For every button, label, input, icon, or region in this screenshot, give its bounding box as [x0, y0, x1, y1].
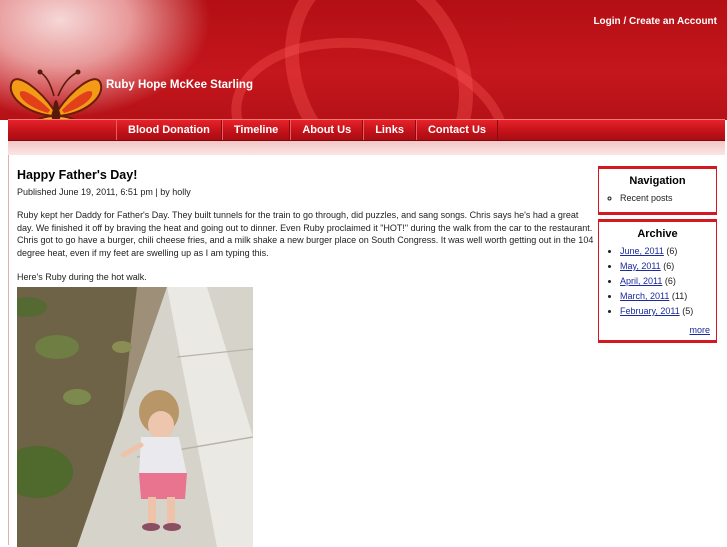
archive-item: March, 2011 (11) [620, 289, 712, 304]
header-fade-band [8, 141, 725, 155]
archive-item: April, 2011 (6) [620, 274, 712, 289]
archive-link-april-2011[interactable]: April, 2011 [620, 276, 662, 286]
sidebar: Navigation Recent posts Archive June, 20… [598, 166, 717, 347]
login-link[interactable]: Login [593, 16, 620, 27]
archive-count: (6) [663, 261, 675, 271]
archive-count: (5) [682, 306, 694, 316]
navigation-block: Navigation Recent posts [598, 166, 717, 215]
navigation-list: Recent posts [599, 191, 716, 212]
nav-recent-posts-link[interactable]: Recent posts [620, 191, 712, 206]
nav-item-contact-us[interactable]: Contact Us [415, 120, 498, 140]
nav-item-blood-donation[interactable]: Blood Donation [116, 120, 222, 140]
archive-list: June, 2011 (6) May, 2011 (6) April, 2011… [599, 244, 716, 325]
archive-block-title: Archive [637, 228, 678, 240]
login-separator: / [620, 16, 630, 27]
nav-item-timeline[interactable]: Timeline [221, 120, 291, 140]
archive-item: February, 2011 (5) [620, 304, 712, 319]
content-area: Happy Father's Day! Published June 19, 2… [8, 155, 726, 547]
navigation-block-title: Navigation [629, 175, 686, 187]
archive-item: May, 2011 (6) [620, 259, 712, 274]
post-paragraph: Here's Ruby during the hot walk. [17, 272, 147, 282]
create-account-link[interactable]: Create an Account [629, 16, 717, 27]
post-meta: Published June 19, 2011, 6:51 pm | by ho… [17, 187, 191, 197]
archive-count: (6) [664, 276, 676, 286]
archive-link-may-2011[interactable]: May, 2011 [620, 261, 661, 271]
nav-item-about-us[interactable]: About Us [290, 120, 364, 140]
archive-block: Archive June, 2011 (6) May, 2011 (6) Apr… [598, 219, 717, 343]
site-header: Login / Create an Account Ruby Hope McKe… [0, 0, 727, 120]
post-paragraph: Ruby kept her Daddy for Father's Day. Th… [17, 210, 594, 258]
archive-count: (11) [671, 291, 688, 301]
login-links: Login / Create an Account [593, 16, 717, 27]
post-photo [17, 287, 253, 547]
archive-link-march-2011[interactable]: March, 2011 [620, 291, 669, 301]
site-name[interactable]: Ruby Hope McKee Starling [106, 79, 253, 91]
main-nav-list: Blood Donation Timeline About Us Links C… [116, 120, 498, 140]
main-nav-bar: Blood Donation Timeline About Us Links C… [8, 119, 725, 141]
archive-more-link[interactable]: more [599, 325, 716, 340]
post-title[interactable]: Happy Father's Day! [17, 168, 597, 182]
nav-item-links[interactable]: Links [363, 120, 416, 140]
archive-count: (6) [666, 246, 678, 256]
main-column: Happy Father's Day! Published June 19, 2… [17, 168, 597, 284]
archive-link-february-2011[interactable]: February, 2011 [620, 306, 680, 316]
archive-link-june-2011[interactable]: June, 2011 [620, 246, 664, 256]
archive-item: June, 2011 (6) [620, 244, 712, 259]
